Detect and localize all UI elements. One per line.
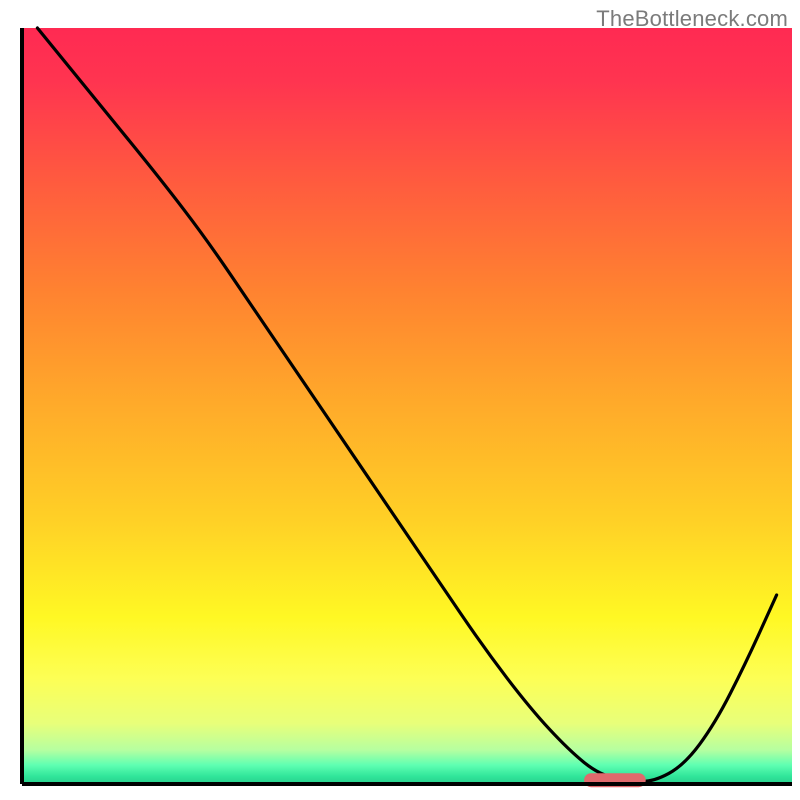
chart-background <box>22 28 792 784</box>
watermark-label: TheBottleneck.com <box>596 6 788 32</box>
bottleneck-chart <box>0 0 800 800</box>
